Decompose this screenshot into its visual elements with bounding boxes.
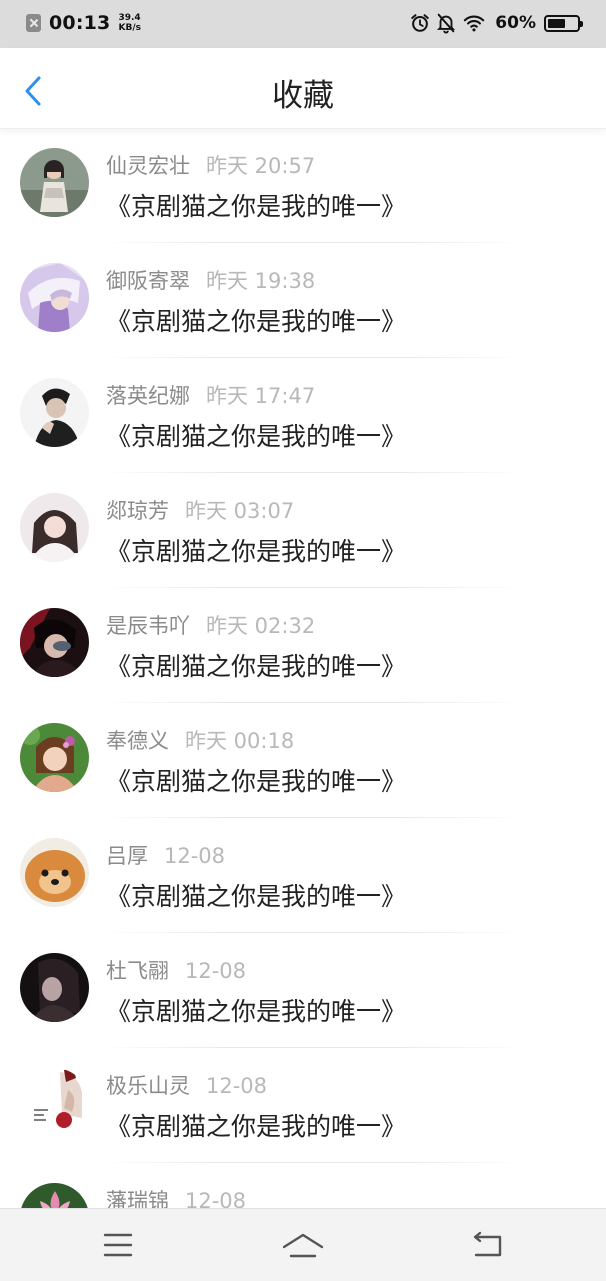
work-title: 《京剧猫之你是我的唯一》 [106, 652, 407, 681]
user-name: 郯琼芳 [106, 499, 169, 523]
favorites-list: 仙灵宏壮 昨天 20:57 《京剧猫之你是我的唯一》 御阪寄翠 昨天 19:38 《… [0, 128, 606, 1278]
user-name: 极乐山灵 [106, 1074, 190, 1098]
network-speed-unit: KB/s [118, 23, 141, 33]
user-name-row: 是辰韦吖 昨天 02:32 [106, 610, 315, 640]
system-navigation-bar [0, 1208, 606, 1281]
menu-button[interactable] [88, 1223, 148, 1267]
work-title: 《京剧猫之你是我的唯一》 [106, 997, 407, 1026]
back-icon [473, 1231, 502, 1257]
user-name: 奉德义 [106, 729, 169, 753]
user-name-row: 奉德义 昨天 00:18 [106, 725, 294, 755]
wifi-icon [464, 15, 485, 32]
status-right: 60% [405, 12, 583, 34]
avatar[interactable] [20, 263, 89, 332]
menu-icon [103, 1233, 133, 1257]
avatar[interactable] [20, 1068, 89, 1137]
work-title: 《京剧猫之你是我的唯一》 [106, 192, 407, 221]
user-name: 是辰韦吖 [106, 614, 190, 638]
timestamp: 昨天 20:57 [206, 154, 316, 178]
timestamp: 12-08 [185, 959, 247, 983]
user-name: 仙灵宏壮 [106, 154, 190, 178]
avatar[interactable] [20, 608, 89, 677]
user-name-row: 吕厚 12-08 [106, 840, 225, 870]
user-name: 吕厚 [106, 844, 148, 868]
back-nav-button[interactable] [458, 1223, 518, 1267]
timestamp: 12-08 [206, 1074, 268, 1098]
list-item[interactable]: 御阪寄翠 昨天 19:38 《京剧猫之你是我的唯一》 [0, 243, 606, 358]
avatar[interactable] [20, 378, 89, 447]
status-left: 00:13 39.4 KB/s [26, 12, 141, 34]
network-speed: 39.4 KB/s [118, 13, 140, 33]
nav-bar: 收藏 [0, 48, 606, 129]
timestamp: 昨天 03:07 [185, 499, 295, 523]
notifications-muted-icon [437, 13, 456, 34]
battery-tip [580, 20, 583, 27]
list-item[interactable]: 落英纪娜 昨天 17:47 《京剧猫之你是我的唯一》 [0, 358, 606, 473]
list-item[interactable]: 奉德义 昨天 00:18 《京剧猫之你是我的唯一》 [0, 703, 606, 818]
network-speed-value: 39.4 [118, 13, 141, 23]
user-name-row: 极乐山灵 12-08 [106, 1070, 267, 1100]
user-name-row: 杜飞翮 12-08 [106, 955, 246, 985]
work-title: 《京剧猫之你是我的唯一》 [106, 537, 407, 566]
user-name-row: 落英纪娜 昨天 17:47 [106, 380, 315, 410]
avatar[interactable] [20, 838, 89, 907]
timestamp: 昨天 19:38 [206, 269, 316, 293]
work-title: 《京剧猫之你是我的唯一》 [106, 882, 407, 911]
work-title: 《京剧猫之你是我的唯一》 [106, 307, 407, 336]
user-name-row: 郯琼芳 昨天 03:07 [106, 495, 294, 525]
timestamp: 12-08 [164, 844, 226, 868]
list-item[interactable]: 吕厚 12-08 《京剧猫之你是我的唯一》 [0, 818, 606, 933]
battery-percent: 60% [495, 13, 536, 33]
status-bar: 00:13 39.4 KB/s 60% [0, 0, 606, 48]
timestamp: 昨天 02:32 [206, 614, 316, 638]
user-name-row: 仙灵宏壮 昨天 20:57 [106, 150, 315, 180]
avatar[interactable] [20, 953, 89, 1022]
timestamp: 昨天 17:47 [206, 384, 316, 408]
page-title: 收藏 [272, 78, 334, 114]
battery-icon [544, 14, 583, 32]
list-item[interactable]: 杜飞翮 12-08 《京剧猫之你是我的唯一》 [0, 933, 606, 1048]
avatar[interactable] [20, 723, 89, 792]
battery-level-fill [548, 18, 565, 28]
list-item[interactable]: 是辰韦吖 昨天 02:32 《京剧猫之你是我的唯一》 [0, 588, 606, 703]
user-name-row: 御阪寄翠 昨天 19:38 [106, 265, 315, 295]
user-name: 杜飞翮 [106, 959, 169, 983]
list-item[interactable]: 极乐山灵 12-08 《京剧猫之你是我的唯一》 [0, 1048, 606, 1163]
home-icon [282, 1233, 324, 1258]
list-item[interactable]: 郯琼芳 昨天 03:07 《京剧猫之你是我的唯一》 [0, 473, 606, 588]
list-item[interactable]: 仙灵宏壮 昨天 20:57 《京剧猫之你是我的唯一》 [0, 128, 606, 243]
timestamp: 昨天 00:18 [185, 729, 295, 753]
status-time: 00:13 [49, 12, 111, 34]
work-title: 《京剧猫之你是我的唯一》 [106, 422, 407, 451]
avatar[interactable] [20, 493, 89, 562]
user-name: 御阪寄翠 [106, 269, 190, 293]
home-button[interactable] [273, 1223, 333, 1267]
alarm-clock-icon [411, 14, 430, 32]
avatar[interactable] [20, 148, 89, 217]
work-title: 《京剧猫之你是我的唯一》 [106, 1112, 407, 1141]
close-notification-icon [26, 14, 41, 32]
work-title: 《京剧猫之你是我的唯一》 [106, 767, 407, 796]
user-name: 落英纪娜 [106, 384, 190, 408]
